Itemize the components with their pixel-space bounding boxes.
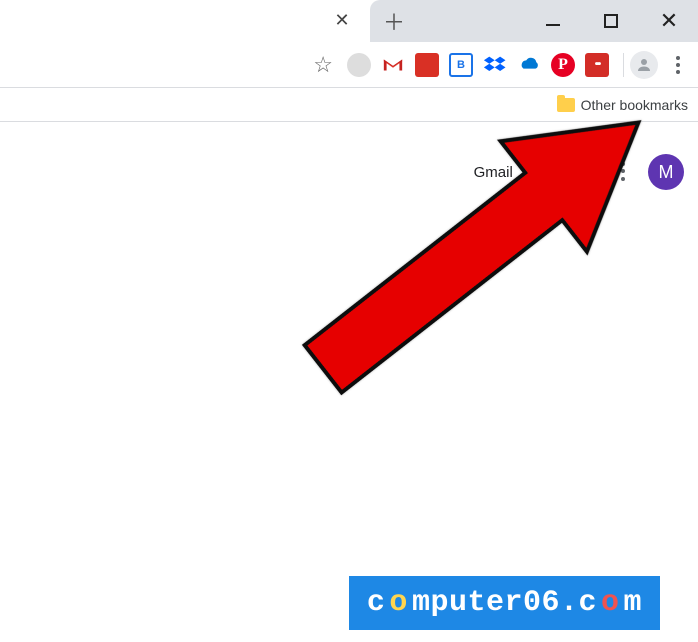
watermark-o2: o <box>601 586 620 620</box>
other-bookmarks-folder[interactable]: Other bookmarks <box>557 97 688 113</box>
profile-icon <box>635 56 653 74</box>
watermark: computer06.com <box>349 576 660 630</box>
other-bookmarks-label: Other bookmarks <box>581 97 688 113</box>
extension-gmail-icon[interactable] <box>381 53 405 77</box>
google-header-links: Gmail Images M <box>474 154 684 190</box>
extension-blue-outline-icon[interactable]: B <box>449 53 473 77</box>
images-link[interactable]: Images <box>535 164 584 181</box>
minimize-button[interactable] <box>538 6 568 36</box>
toolbar-separator <box>623 53 624 77</box>
account-avatar[interactable]: M <box>648 154 684 190</box>
extension-dropbox-icon[interactable] <box>483 53 507 77</box>
new-tab-button[interactable]: ＋ <box>380 7 408 35</box>
avatar-initial: M <box>659 162 674 183</box>
close-tab-icon[interactable]: ✕ <box>332 10 352 30</box>
chrome-menu-icon[interactable] <box>664 51 692 79</box>
watermark-text-1: c <box>367 586 386 620</box>
gmail-link[interactable]: Gmail <box>474 164 513 181</box>
active-tab[interactable]: ✕ <box>0 0 370 42</box>
extension-red-icon[interactable] <box>415 53 439 77</box>
close-window-button[interactable]: ✕ <box>654 6 684 36</box>
folder-icon <box>557 98 575 112</box>
google-apps-icon[interactable] <box>606 162 626 182</box>
page-content: Gmail Images M <box>0 122 698 642</box>
titlebar: ✕ ＋ ✕ <box>0 0 698 42</box>
profile-button[interactable] <box>630 51 658 79</box>
watermark-text-2: mputer06.c <box>412 586 597 620</box>
watermark-text-3: m <box>623 586 642 620</box>
tab-strip: ＋ ✕ <box>370 0 698 42</box>
extension-generic-icon[interactable] <box>347 53 371 77</box>
browser-toolbar: ☆ B P ••• <box>0 42 698 88</box>
watermark-o1: o <box>389 586 408 620</box>
restore-button[interactable] <box>596 6 626 36</box>
extension-lastpass-icon[interactable]: ••• <box>585 53 609 77</box>
bookmarks-bar: Other bookmarks <box>0 88 698 122</box>
bookmark-star-icon[interactable]: ☆ <box>307 52 339 78</box>
window-controls: ✕ <box>538 6 698 36</box>
extension-pinterest-icon[interactable]: P <box>551 53 575 77</box>
extension-onedrive-icon[interactable] <box>517 53 541 77</box>
extensions-area: B P ••• <box>339 53 617 77</box>
